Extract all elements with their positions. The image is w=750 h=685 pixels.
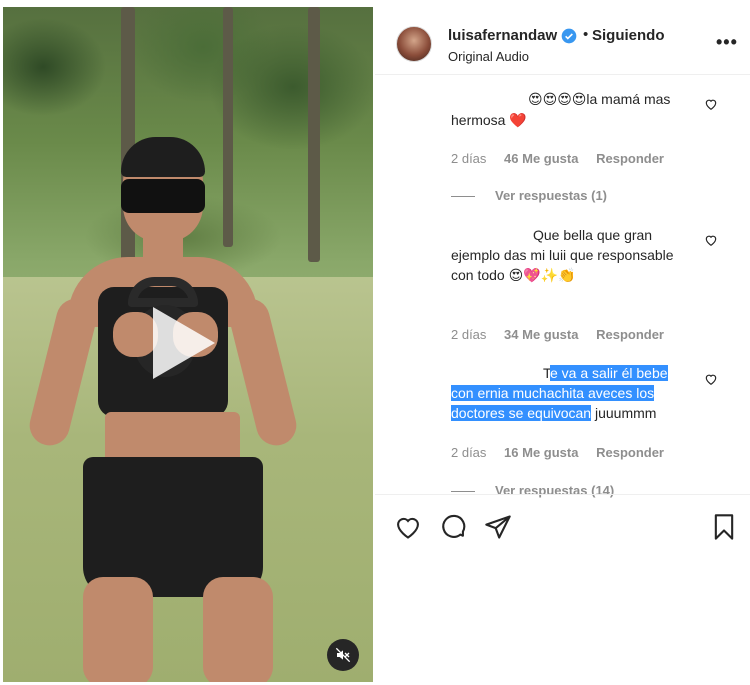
comment-emojis: 😍💖✨👏 — [508, 268, 576, 284]
comment-emoji: ❤️ — [509, 113, 527, 129]
comment-body: Que bella que gran ejemplo das mi luii q… — [451, 225, 681, 286]
share-icon[interactable] — [484, 513, 512, 541]
replies-divider — [451, 491, 475, 493]
mute-button[interactable] — [327, 639, 359, 671]
follow-separator: • — [583, 26, 589, 43]
avatar[interactable] — [396, 26, 432, 62]
muted-speaker-icon — [335, 647, 351, 663]
post-sidebar: luisafernandaw • Siguiendo Original Audi… — [375, 7, 750, 682]
video-subject — [25, 137, 303, 682]
audio-link[interactable]: Original Audio — [448, 49, 529, 64]
post-video[interactable] — [3, 7, 373, 682]
comment-emojis: 😍😍😍😍 — [528, 92, 587, 108]
comment-likes[interactable]: 46 Me gusta — [504, 151, 578, 166]
comment-meta: 2 días 34 Me gusta Responder — [451, 327, 678, 342]
comment-text-end: juuummm — [591, 405, 657, 421]
post-header: luisafernandaw • Siguiendo Original Audi… — [375, 7, 750, 75]
play-icon[interactable] — [153, 307, 215, 379]
comment-like-icon[interactable] — [704, 372, 718, 386]
comment-meta: 2 días 46 Me gusta Responder — [451, 151, 678, 166]
reply-button[interactable]: Responder — [596, 327, 664, 342]
more-options-icon[interactable]: ••• — [716, 33, 738, 51]
replies-divider — [451, 196, 475, 198]
comment-body: Te va a salir él bebe con ernia muchachi… — [451, 363, 691, 423]
post-actions — [375, 494, 750, 564]
bookmark-icon[interactable] — [710, 513, 738, 541]
comment-like-icon[interactable] — [704, 233, 718, 247]
comment-body: 😍😍😍😍la mamá mas hermosa ❤️ — [451, 89, 701, 131]
reply-button[interactable]: Responder — [596, 445, 664, 460]
comment-time: 2 días — [451, 151, 487, 166]
comment-time: 2 días — [451, 445, 487, 460]
view-replies-button[interactable]: Ver respuestas (1) — [451, 188, 607, 203]
comment-like-icon[interactable] — [704, 97, 718, 111]
verified-badge-icon — [561, 28, 577, 44]
following-button[interactable]: Siguiendo — [592, 27, 665, 44]
heart-icon[interactable] — [394, 513, 422, 541]
username-link[interactable]: luisafernandaw — [448, 27, 557, 44]
comment-time: 2 días — [451, 327, 487, 342]
tree-trunk — [308, 7, 320, 262]
comment-likes[interactable]: 16 Me gusta — [504, 445, 578, 460]
comments-list[interactable]: 😍😍😍😍la mamá mas hermosa ❤️ 2 días 46 Me … — [375, 75, 750, 500]
view-replies-label: Ver respuestas (1) — [495, 188, 608, 203]
comment-text-start: T — [543, 365, 550, 381]
comment-likes[interactable]: 34 Me gusta — [504, 327, 578, 342]
comment-icon[interactable] — [439, 513, 467, 541]
instagram-post-modal: luisafernandaw • Siguiendo Original Audi… — [0, 0, 750, 685]
reply-button[interactable]: Responder — [596, 151, 664, 166]
comment-meta: 2 días 16 Me gusta Responder — [451, 445, 678, 460]
